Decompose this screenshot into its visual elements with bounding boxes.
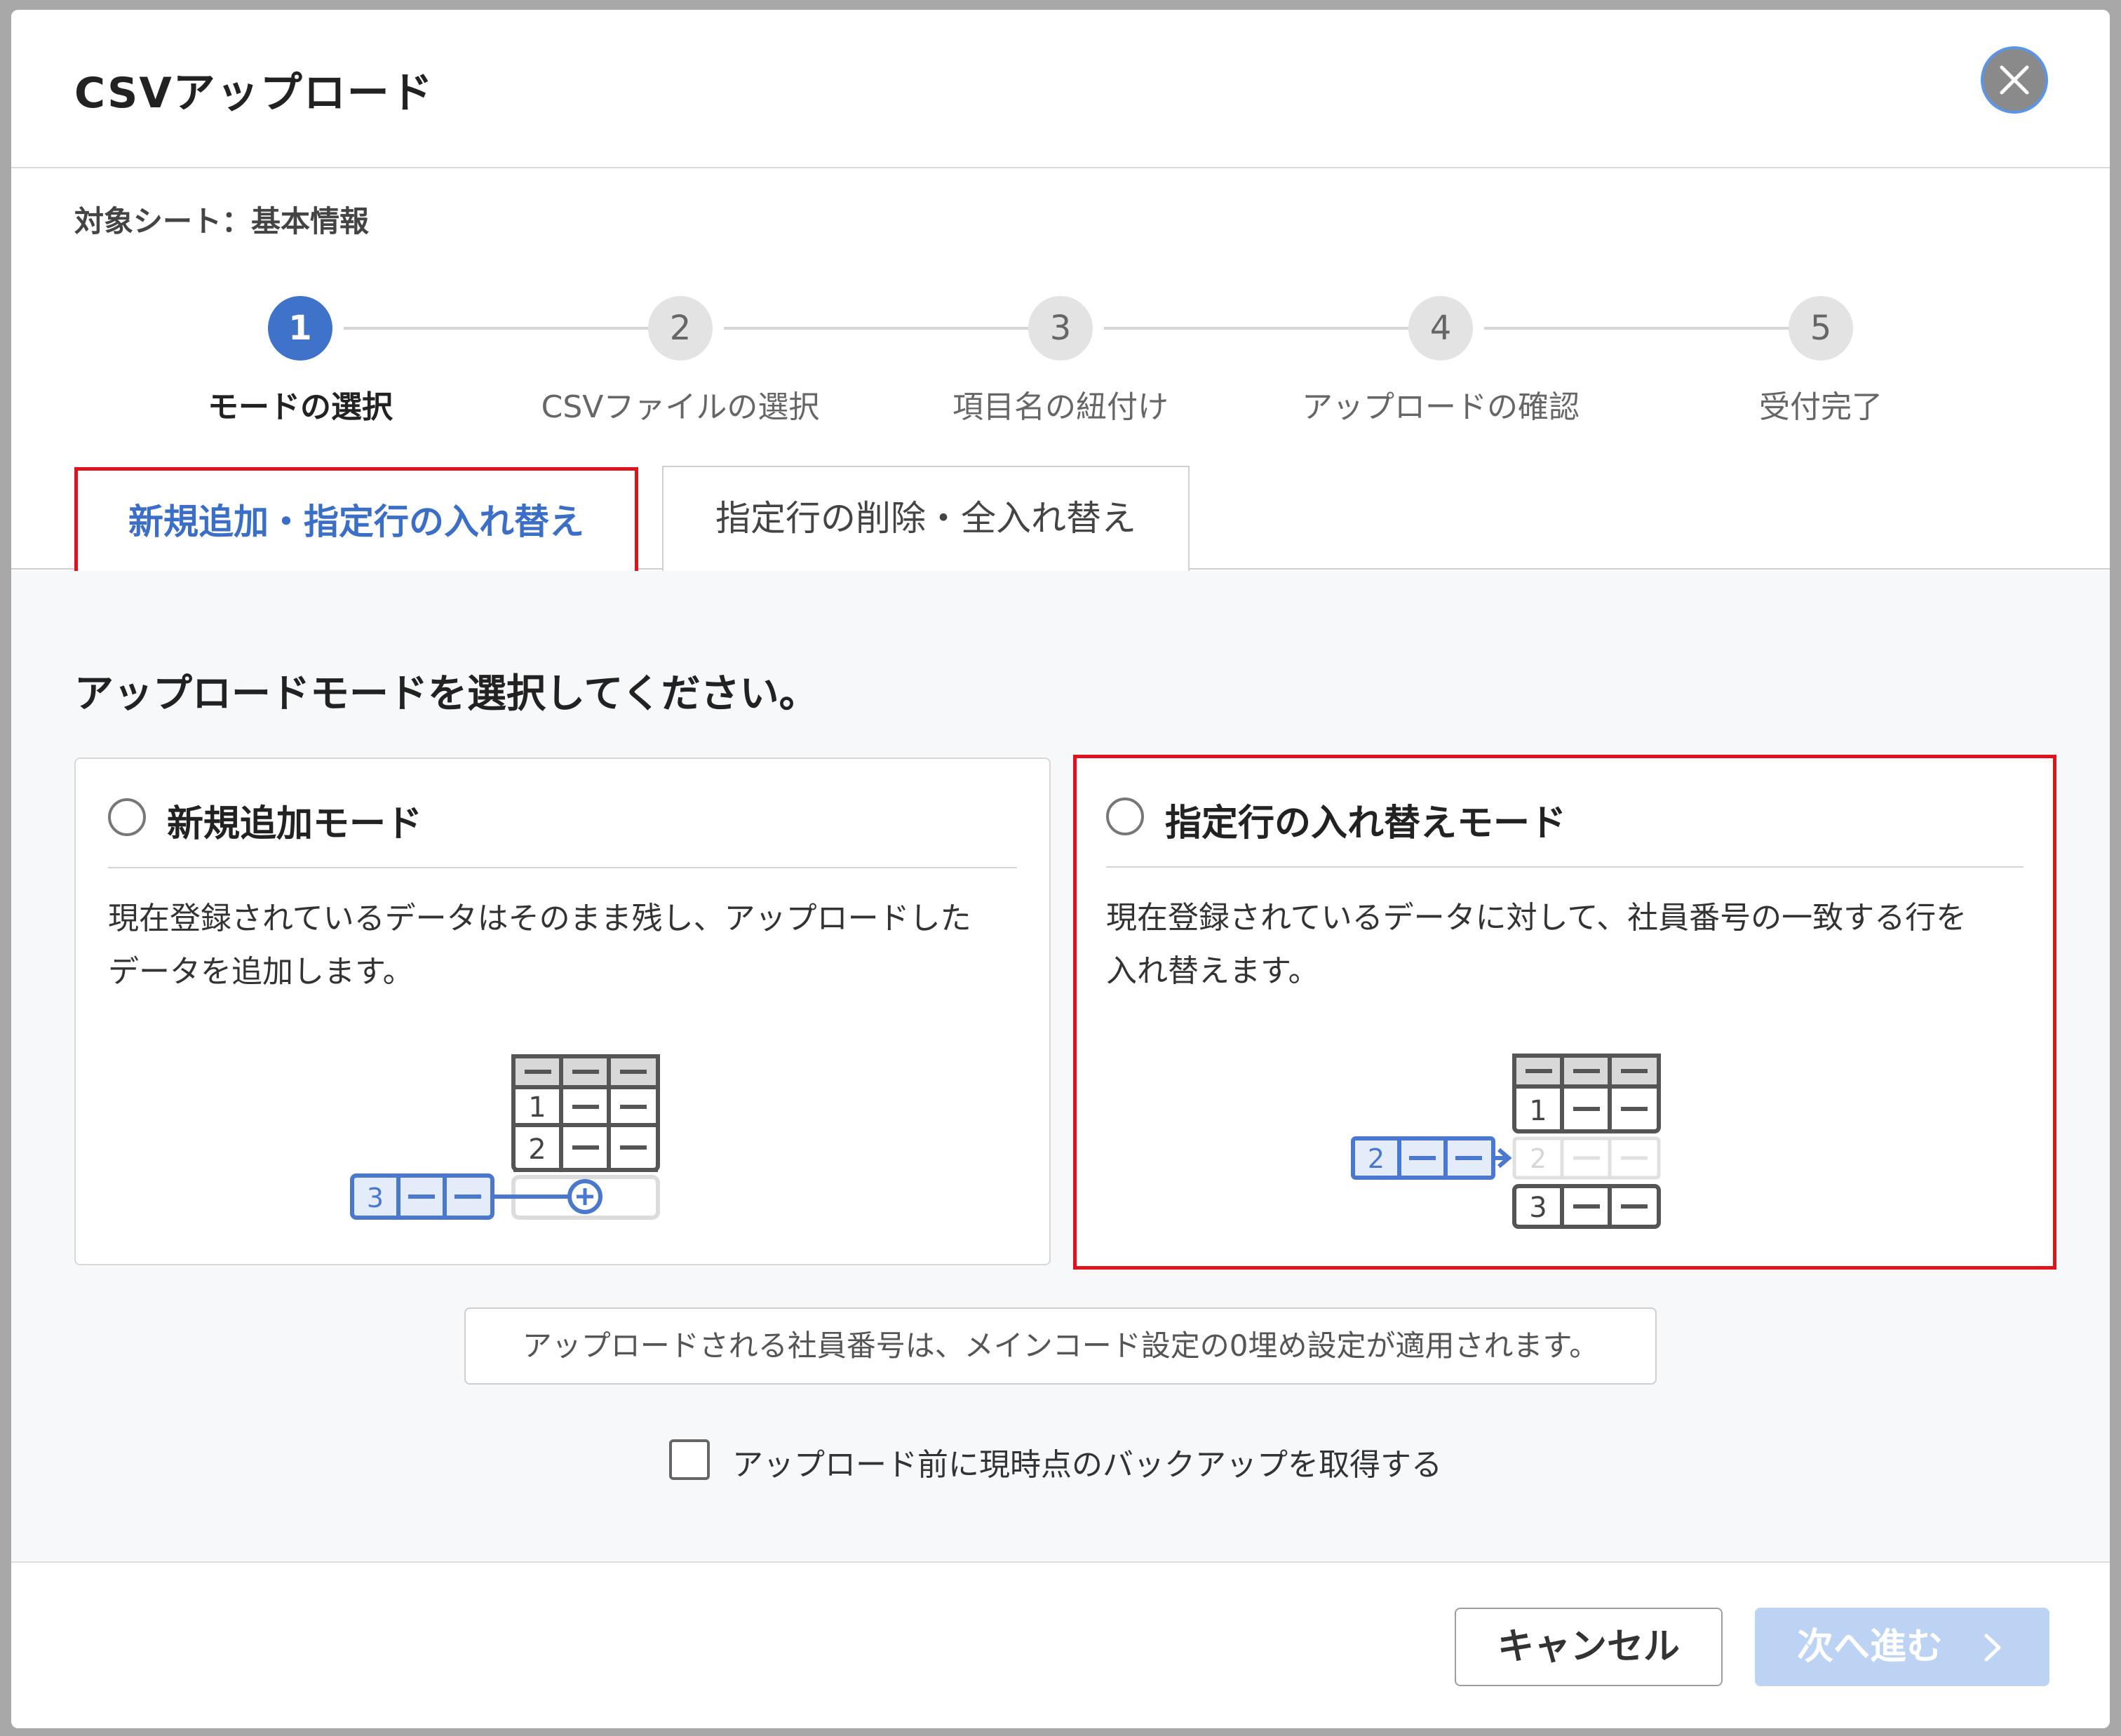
cancel-button[interactable]: キャンセル bbox=[1455, 1608, 1723, 1686]
add-mode-radio[interactable] bbox=[108, 798, 146, 836]
replace-mode-radio[interactable] bbox=[1106, 798, 1144, 835]
stepper: 1 2 3 4 5 モードの選択 CSVファイルの選択 項目名の紐付け アップロ… bbox=[11, 283, 2110, 438]
add-illus-new-row: 3 bbox=[367, 1183, 384, 1213]
chevron-right-icon bbox=[1984, 1634, 2001, 1662]
replace-illus-row-1: 1 bbox=[1529, 1095, 1547, 1127]
replace-mode-card[interactable]: 指定行の入れ替えモード 現在登録されているデータに対して、社員番号の一致する行を… bbox=[1073, 755, 2056, 1270]
add-mode-illustration: 1 2 3 bbox=[350, 1054, 660, 1220]
add-mode-title: 新規追加モード bbox=[167, 803, 423, 845]
dialog-header: CSVアップロード bbox=[11, 10, 2110, 168]
csv-upload-dialog: CSVアップロード 対象シート：基本情報 1 2 3 4 5 モードの選択 CS… bbox=[11, 10, 2110, 1728]
replace-illus-new-row: 2 bbox=[1368, 1143, 1385, 1174]
close-button[interactable] bbox=[1981, 46, 2048, 114]
replace-illus-row-3: 3 bbox=[1529, 1192, 1547, 1224]
next-button[interactable]: 次へ進む bbox=[1755, 1608, 2049, 1686]
replace-illus-old-row: 2 bbox=[1530, 1143, 1547, 1174]
tab-add-replace[interactable]: 新規追加・指定行の入れ替え bbox=[74, 467, 638, 577]
step-3-label: 項目名の紐付け bbox=[952, 389, 1169, 425]
replace-mode-title: 指定行の入れ替えモード bbox=[1165, 802, 1567, 845]
step-3-indicator: 3 bbox=[1028, 296, 1093, 361]
step-5-indicator: 5 bbox=[1789, 296, 1853, 361]
step-2-label: CSVファイルの選択 bbox=[541, 389, 820, 425]
replace-mode-description: 現在登録されているデータに対して、社員番号の一致する行を 入れ替えます。 bbox=[1106, 900, 1967, 989]
replace-mode-illustration: 1 2 3 2 bbox=[1351, 1054, 1661, 1229]
zero-padding-note: アップロードされる社員番号は、メインコード設定の0埋め設定が適用されます。 bbox=[464, 1307, 1657, 1385]
tab-delete-replace-all[interactable]: 指定行の削除・全入れ替え bbox=[662, 466, 1190, 571]
step-4-label: アップロードの確認 bbox=[1302, 389, 1580, 425]
step-4-indicator: 4 bbox=[1408, 296, 1473, 361]
backup-label[interactable]: アップロード前に現時点のバックアップを取得する bbox=[732, 1439, 1442, 1484]
mode-tabs: 新規追加・指定行の入れ替え 指定行の削除・全入れ替え bbox=[11, 459, 2110, 577]
step-1-label: モードの選択 bbox=[208, 389, 393, 425]
step-2-indicator: 2 bbox=[648, 296, 713, 361]
close-icon bbox=[2000, 65, 2029, 95]
mode-prompt: アップロードモードを選択してください。 bbox=[74, 671, 819, 717]
add-mode-card[interactable]: 新規追加モード 現在登録されているデータはそのまま残し、アップロードした データ… bbox=[74, 758, 1051, 1265]
target-sheet-label: 対象シート：基本情報 bbox=[74, 204, 370, 238]
tab-panel: アップロードモードを選択してください。 新規追加モード 現在登録されているデータ… bbox=[11, 571, 2110, 1573]
step-5-label: 受付完了 bbox=[1759, 389, 1883, 425]
next-button-label: 次へ進む bbox=[1797, 1626, 1944, 1668]
add-mode-description: 現在登録されているデータはそのまま残し、アップロードした データを追加します。 bbox=[108, 901, 971, 990]
dialog-title: CSVアップロード bbox=[74, 69, 434, 118]
dialog-footer: キャンセル 次へ進む bbox=[11, 1561, 2110, 1728]
backup-checkbox[interactable] bbox=[669, 1439, 710, 1480]
step-1-indicator: 1 bbox=[268, 296, 332, 361]
add-illus-row-1: 1 bbox=[528, 1091, 546, 1124]
add-illus-row-2: 2 bbox=[528, 1133, 546, 1166]
